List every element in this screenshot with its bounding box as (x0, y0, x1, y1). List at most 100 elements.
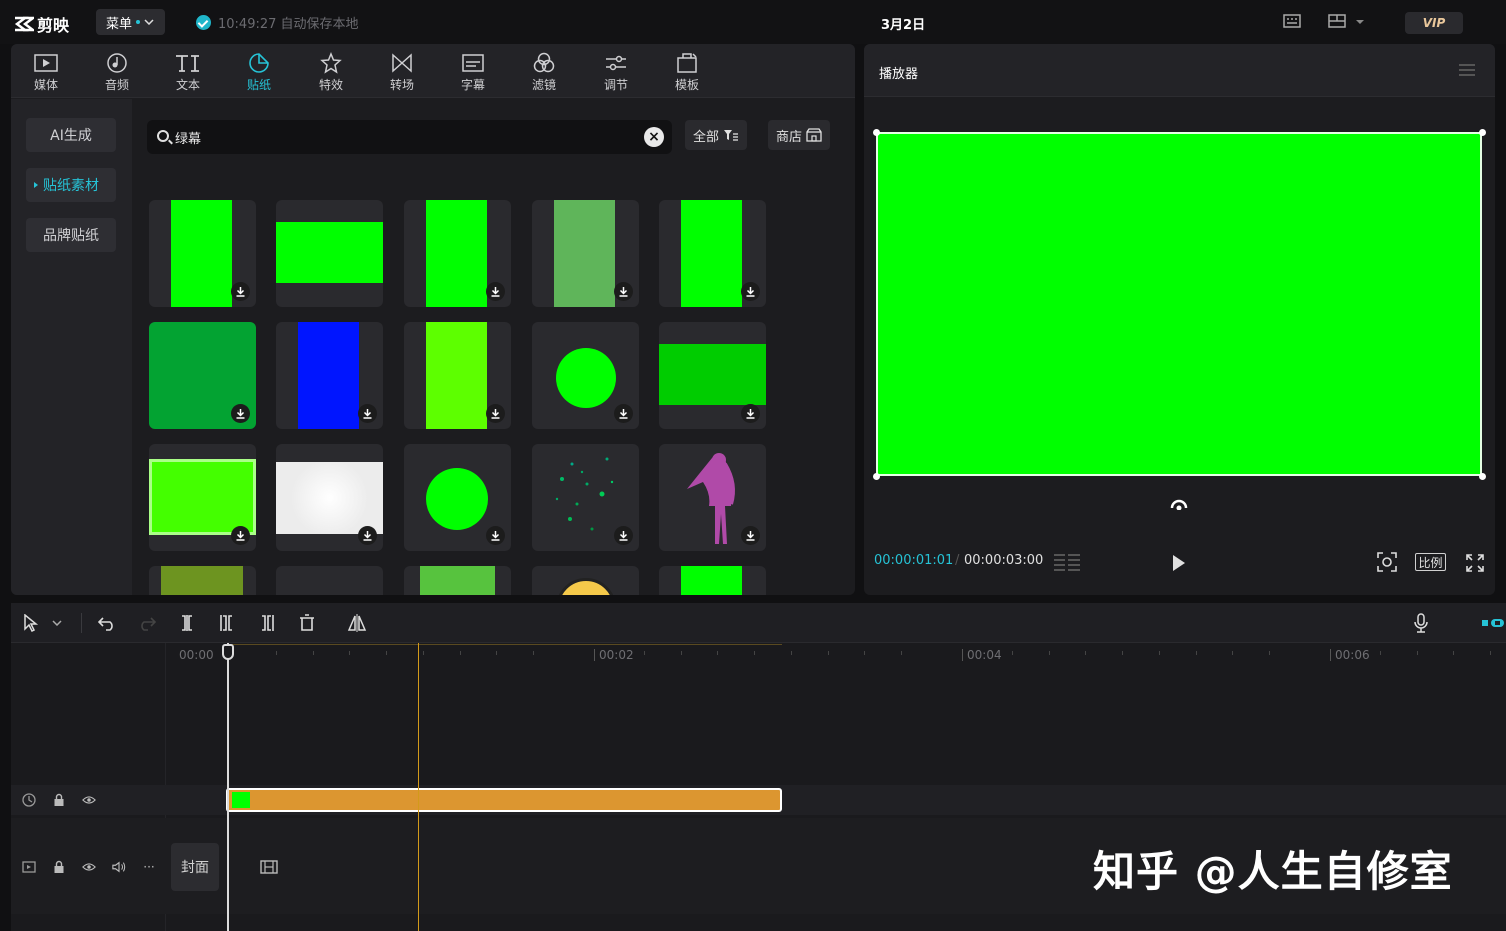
rotate-icon[interactable] (1169, 496, 1189, 510)
resize-handle[interactable] (1479, 473, 1486, 480)
split-left-icon[interactable] (217, 613, 237, 633)
green-rect-shape (681, 566, 742, 595)
sticker-item[interactable] (659, 322, 766, 429)
tab-text[interactable]: 文本 (160, 50, 216, 96)
resize-handle[interactable] (873, 129, 880, 136)
download-icon[interactable] (486, 404, 505, 423)
sticker-grid (148, 199, 778, 595)
tab-transition[interactable]: 转场 (374, 50, 430, 96)
sidebar-item-sticker-materials[interactable]: 贴纸素材 (26, 168, 116, 202)
download-icon[interactable] (231, 282, 250, 301)
redo-icon[interactable] (137, 613, 157, 633)
eye-icon[interactable] (82, 860, 96, 874)
sticker-item[interactable] (276, 200, 383, 307)
sticker-item[interactable] (149, 444, 256, 551)
sticker-item[interactable] (532, 566, 639, 595)
search-input[interactable]: 绿幕 × (147, 120, 672, 154)
timeline-list-icon[interactable] (1053, 552, 1081, 572)
sticker-item[interactable] (149, 566, 256, 595)
player-menu-icon[interactable] (1459, 64, 1475, 76)
download-icon[interactable] (486, 282, 505, 301)
download-icon[interactable] (231, 526, 250, 545)
video-preview[interactable] (876, 132, 1482, 476)
download-icon[interactable] (614, 282, 633, 301)
sticker-item[interactable] (404, 322, 511, 429)
download-icon[interactable] (741, 404, 760, 423)
play-icon[interactable] (1173, 555, 1185, 571)
video-track-icon[interactable] (22, 860, 36, 874)
layout-icon[interactable] (1328, 13, 1346, 29)
cover-button[interactable]: 封面 (171, 843, 219, 891)
sticker-item[interactable] (404, 200, 511, 307)
undo-icon[interactable] (97, 613, 117, 633)
filter-all-button[interactable]: 全部 (685, 120, 748, 150)
split-icon[interactable] (177, 613, 197, 633)
lock-icon[interactable] (52, 860, 66, 874)
main-track-magnet-icon[interactable] (1479, 613, 1506, 633)
tab-adjust[interactable]: 调节 (588, 50, 644, 96)
delete-icon[interactable] (297, 613, 317, 633)
store-button[interactable]: 商店 (768, 120, 831, 150)
menu-button[interactable]: 菜单 (96, 9, 165, 35)
download-icon[interactable] (614, 526, 633, 545)
download-icon[interactable] (741, 526, 760, 545)
sticker-clip[interactable] (226, 788, 782, 812)
sticker-item[interactable] (659, 200, 766, 307)
text-icon (176, 55, 199, 72)
sticker-item[interactable] (404, 444, 511, 551)
tab-media[interactable]: 媒体 (18, 50, 74, 96)
download-icon[interactable] (486, 526, 505, 545)
tab-effects[interactable]: 特效 (303, 50, 359, 96)
lock-icon[interactable] (52, 793, 66, 807)
sticker-item[interactable] (276, 322, 383, 429)
layout-chevron-down-icon[interactable] (1355, 13, 1365, 29)
sticker-item[interactable] (532, 322, 639, 429)
playhead-handle[interactable] (222, 644, 234, 660)
sticker-item[interactable] (404, 566, 511, 595)
playhead[interactable] (227, 643, 229, 931)
resize-handle[interactable] (1479, 129, 1486, 136)
mirror-icon[interactable] (347, 613, 367, 633)
clear-search-icon[interactable]: × (644, 127, 664, 147)
download-icon[interactable] (231, 404, 250, 423)
clock-icon[interactable] (22, 793, 36, 807)
film-strip-icon[interactable] (260, 860, 278, 874)
select-cursor-icon[interactable] (21, 613, 41, 633)
tab-filter[interactable]: 滤镜 (516, 50, 572, 96)
download-icon[interactable] (741, 282, 760, 301)
sidebar-item-brand-stickers[interactable]: 品牌贴纸 (26, 218, 116, 252)
eye-icon[interactable] (82, 793, 96, 807)
sticker-item[interactable] (532, 200, 639, 307)
download-icon[interactable] (614, 404, 633, 423)
download-icon[interactable] (358, 526, 377, 545)
sticker-item[interactable] (149, 200, 256, 307)
media-icon (34, 54, 58, 72)
resize-handle[interactable] (873, 473, 880, 480)
more-options-icon[interactable]: ··· (142, 860, 156, 874)
sticker-item[interactable] (276, 444, 383, 551)
tab-sticker[interactable]: 贴纸 (231, 50, 287, 96)
tab-template[interactable]: 模板 (659, 50, 715, 96)
sticker-item[interactable] (659, 566, 766, 595)
split-right-icon[interactable] (257, 613, 277, 633)
fit-screen-icon[interactable] (1377, 552, 1397, 572)
vip-button[interactable]: VIP (1405, 12, 1463, 34)
current-timecode: 00:00:01:01 (874, 553, 954, 568)
sticker-item[interactable] (149, 322, 256, 429)
speaker-icon[interactable] (112, 860, 126, 874)
sticker-item[interactable] (276, 566, 383, 595)
tab-label: 特效 (318, 78, 343, 92)
fullscreen-icon[interactable] (1466, 554, 1484, 572)
download-icon[interactable] (358, 404, 377, 423)
microphone-icon[interactable] (1411, 613, 1431, 633)
ruler-label: 00:04 (967, 648, 1002, 662)
sticker-item[interactable] (659, 444, 766, 551)
shortcut-keyboard-icon[interactable] (1283, 13, 1301, 29)
aspect-ratio-button[interactable]: 比例 (1415, 553, 1446, 571)
sidebar-item-ai-generate[interactable]: AI生成 (26, 118, 116, 152)
sticker-item[interactable] (532, 444, 639, 551)
timecode-separator: / (955, 553, 960, 568)
tab-audio[interactable]: 音频 (89, 50, 145, 96)
select-mode-chevron-icon[interactable] (51, 613, 63, 633)
tab-subtitle[interactable]: 字幕 (445, 50, 501, 96)
